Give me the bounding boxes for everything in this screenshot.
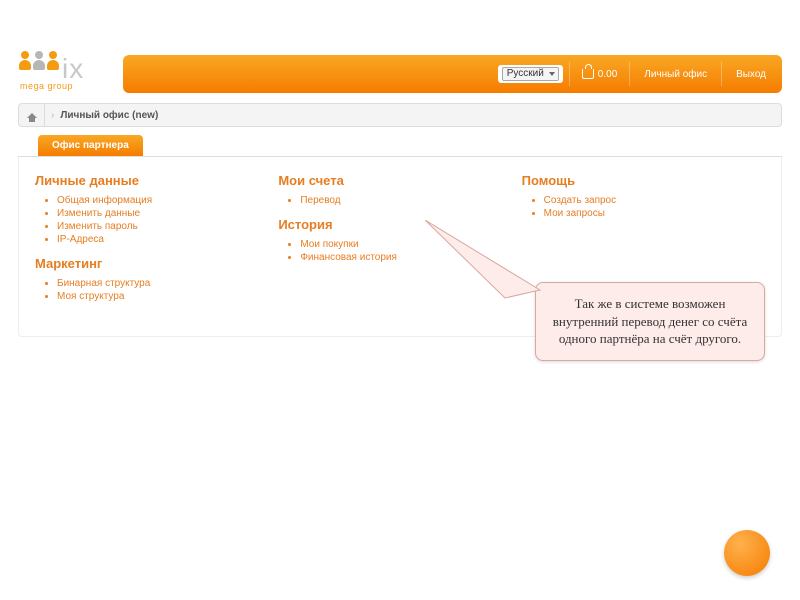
cart-icon [582, 69, 594, 79]
column-left: Личные данные Общая информация Изменить … [35, 169, 278, 316]
column-middle: Мои счета Перевод История Мои покупки Фи… [278, 169, 521, 316]
section-accounts-title: Мои счета [278, 173, 521, 188]
top-bar: Русский 0.00 Личный офис Выход [123, 55, 782, 93]
balance-display[interactable]: 0.00 [576, 69, 623, 80]
link-financial-history[interactable]: Финансовая история [300, 252, 397, 263]
list-item: IP-Адреса [57, 233, 278, 246]
page-root: ix mega group Русский 0.00 Личный офис В… [0, 0, 800, 600]
section-personal-title: Личные данные [35, 173, 278, 188]
breadcrumb-home[interactable] [19, 104, 45, 126]
list-item: Изменить данные [57, 207, 278, 220]
link-my-purchases[interactable]: Мои покупки [300, 239, 358, 250]
list-item: Общая информация [57, 194, 278, 207]
section-marketing-title: Маркетинг [35, 256, 278, 271]
decorative-dot-icon [724, 530, 770, 576]
separator [569, 62, 570, 86]
link-ip-addresses[interactable]: IP-Адреса [57, 234, 104, 245]
language-value: Русский [502, 67, 559, 81]
list-item: Создать запрос [544, 194, 765, 207]
annotation-callout: Так же в системе возможен внутренний пер… [535, 282, 765, 361]
personal-office-link[interactable]: Личный офис [636, 69, 715, 80]
link-my-requests[interactable]: Мои запросы [544, 208, 605, 219]
link-edit-data[interactable]: Изменить данные [57, 208, 140, 219]
callout-text: Так же в системе возможен внутренний пер… [535, 282, 765, 361]
separator [721, 62, 722, 86]
tab-partner-office[interactable]: Офис партнера [38, 135, 143, 156]
list-item: Мои покупки [300, 238, 521, 251]
logo-subtext: mega group [20, 81, 73, 91]
link-transfer[interactable]: Перевод [300, 195, 340, 206]
link-binary-structure[interactable]: Бинарная структура [57, 278, 150, 289]
home-icon [27, 113, 37, 118]
list-item: Перевод [300, 194, 521, 207]
link-create-request[interactable]: Создать запрос [544, 195, 616, 206]
section-help-list: Создать запрос Мои запросы [522, 194, 765, 220]
link-my-structure[interactable]: Моя структура [57, 291, 124, 302]
section-accounts-list: Перевод [278, 194, 521, 207]
section-personal-list: Общая информация Изменить данные Изменит… [35, 194, 278, 246]
breadcrumb-current: Личный офис (new) [60, 110, 158, 121]
language-selector[interactable]: Русский [498, 65, 563, 83]
list-item: Мои запросы [544, 207, 765, 220]
breadcrumb: › Личный офис (new) [18, 103, 782, 127]
header-row: ix mega group Русский 0.00 Личный офис В… [18, 55, 782, 93]
tab-bar: Офис партнера [18, 135, 782, 157]
separator [629, 62, 630, 86]
logout-link[interactable]: Выход [728, 69, 774, 80]
section-marketing-list: Бинарная структура Моя структура [35, 277, 278, 303]
chevron-right-icon: › [45, 110, 60, 121]
section-help-title: Помощь [522, 173, 765, 188]
list-item: Бинарная структура [57, 277, 278, 290]
balance-value: 0.00 [598, 69, 617, 80]
link-edit-password[interactable]: Изменить пароль [57, 221, 138, 232]
logo-people-icon [18, 51, 60, 70]
list-item: Финансовая история [300, 251, 521, 264]
section-history-list: Мои покупки Финансовая история [278, 238, 521, 264]
logo: ix mega group [18, 55, 113, 93]
link-general-info[interactable]: Общая информация [57, 195, 152, 206]
list-item: Моя структура [57, 290, 278, 303]
list-item: Изменить пароль [57, 220, 278, 233]
section-history-title: История [278, 217, 521, 232]
